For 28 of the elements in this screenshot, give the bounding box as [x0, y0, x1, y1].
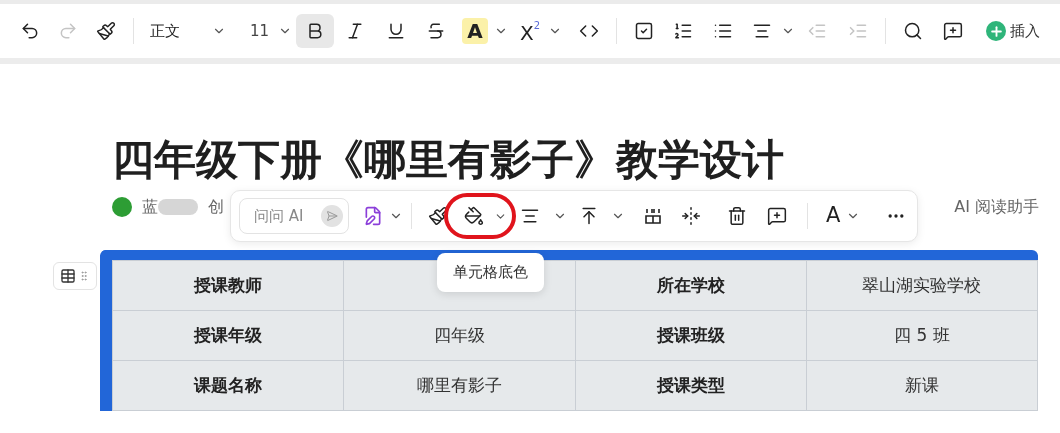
table-cell: 授课年级	[112, 310, 344, 361]
table-cell: 授课教师	[112, 260, 344, 311]
ai-document-icon[interactable]	[363, 206, 383, 226]
meta-text: 创	[208, 196, 224, 218]
paragraph-style-dropdown[interactable]: 正文	[142, 14, 230, 48]
table-cell: 哪里有影子	[343, 360, 575, 411]
bold-icon[interactable]	[296, 14, 334, 48]
document-title: 四年级下册《哪里有影子》教学设计	[112, 134, 785, 186]
distribute-columns-icon[interactable]	[643, 206, 663, 226]
reading-assistant-link[interactable]: AI 阅读助手	[954, 195, 1039, 219]
highlight-button[interactable]: A	[462, 18, 488, 44]
table-cell: 新课	[806, 360, 1038, 411]
table-cell: 授课班级	[575, 310, 807, 361]
insert-button[interactable]: 插入	[986, 19, 1041, 43]
table-cell: 授课类型	[575, 360, 807, 411]
font-size-dropdown[interactable]: 11	[230, 14, 296, 48]
table-cell: 四 5 班	[806, 310, 1038, 361]
plus-icon	[986, 21, 1007, 41]
author-name: 蓝	[142, 196, 158, 218]
table-handle[interactable]	[53, 262, 97, 290]
table-cell: 翠山湖实验学校	[806, 260, 1038, 311]
ask-ai-field[interactable]: 问问 AI	[239, 198, 349, 234]
font-color-button[interactable]: A	[826, 200, 841, 232]
tooltip: 单元格底色	[437, 253, 544, 292]
table-cell: 所在学校	[575, 260, 807, 311]
table-cell: 四年级	[343, 310, 575, 361]
author-avatar	[112, 197, 132, 217]
table-cell: 课题名称	[112, 360, 344, 411]
